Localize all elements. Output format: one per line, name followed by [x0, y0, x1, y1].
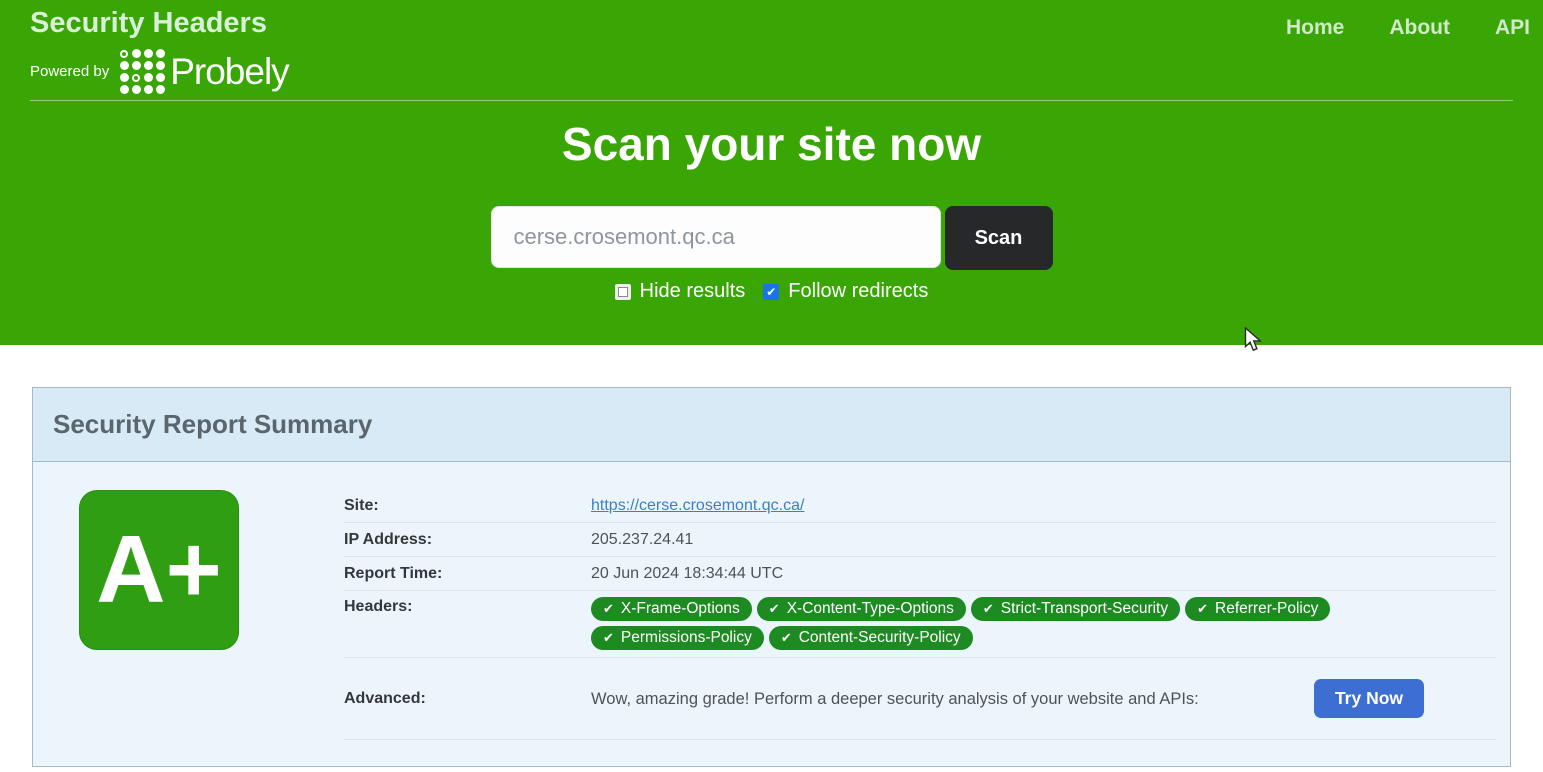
check-icon: ✔ [768, 601, 780, 616]
check-icon: ✔ [603, 630, 614, 645]
hide-results-option[interactable]: Hide results [614, 280, 746, 303]
site-title: Security Headers [30, 7, 267, 39]
ip-value: 205.237.24.41 [591, 531, 694, 548]
report-area: Security Report Summary A+ Site: https:/… [0, 345, 1543, 767]
header-pill-label: X-Content-Type-Options [786, 600, 954, 617]
header-divider [30, 100, 1513, 101]
table-row-report-time: Report Time: 20 Jun 2024 18:34:44 UTC [344, 557, 1496, 591]
header-pill-label: Referrer-Policy [1215, 600, 1319, 617]
header-pill-label: Strict-Transport-Security [1000, 600, 1169, 617]
probely-dots-icon [118, 48, 166, 96]
brand-block: Security Headers Powered by Probely [30, 7, 290, 96]
probely-logo-text: Probely [170, 51, 289, 93]
checkbox-check-icon: ✔ [766, 284, 777, 299]
security-report-panel: Security Report Summary A+ Site: https:/… [32, 387, 1511, 767]
powered-by-block[interactable]: Powered by Probely [30, 48, 290, 96]
report-time-value: 20 Jun 2024 18:34:44 UTC [591, 565, 784, 582]
header-pill-label: Permissions-Policy [620, 629, 752, 646]
check-icon: ✔ [780, 630, 792, 645]
table-row-site: Site: https://cerse.crosemont.qc.ca/ [344, 489, 1496, 523]
top-bar: Security Headers Powered by Probely Home… [0, 0, 1543, 100]
scan-button[interactable]: Scan [944, 206, 1053, 270]
scan-options: Hide results ✔ Follow redirects [0, 280, 1543, 303]
report-table: Site: https://cerse.crosemont.qc.ca/ IP … [344, 489, 1496, 740]
hide-results-label: Hide results [639, 280, 746, 302]
check-icon: ✔ [1197, 601, 1209, 616]
scan-hero: Scan your site now Scan Hide results ✔ F… [0, 117, 1543, 303]
header-pill: ✔ Permissions-Policy [591, 626, 764, 650]
check-icon: ✔ [603, 601, 614, 616]
site-value: https://cerse.crosemont.qc.ca/ [591, 496, 1496, 516]
scan-url-input[interactable] [490, 206, 941, 268]
scan-form: Scan [0, 206, 1543, 270]
powered-by-label: Powered by [30, 63, 110, 81]
table-row-headers: Headers: ✔ X-Frame-Options ✔ X-Content-Type… [344, 591, 1496, 658]
table-row-ip: IP Address: 205.237.24.41 [344, 523, 1496, 557]
header-pill: ✔ Referrer-Policy [1185, 597, 1331, 621]
ip-label: IP Address: [344, 531, 433, 548]
header-pills: ✔ X-Frame-Options ✔ X-Content-Type-Options ✔… [591, 597, 1496, 655]
hero-title: Scan your site now [561, 118, 982, 170]
panel-body: A+ Site: https://cerse.crosemont.qc.ca/ … [33, 462, 1510, 766]
nav-link-about[interactable]: About [1389, 16, 1450, 40]
advanced-label: Advanced: [344, 689, 426, 707]
main-nav: Home About API [1286, 8, 1530, 40]
header-pill-label: X-Frame-Options [620, 600, 740, 617]
grade-badge: A+ [79, 490, 239, 650]
report-time-label: Report Time: [344, 565, 443, 582]
header-pill: ✔ Strict-Transport-Security [970, 597, 1181, 621]
site-label: Site: [344, 497, 379, 514]
check-icon: ✔ [982, 601, 994, 616]
header-pill: ✔ X-Content-Type-Options [756, 597, 966, 621]
advanced-text: Wow, amazing grade! Perform a deeper sec… [591, 689, 1199, 708]
nav-link-api[interactable]: API [1495, 16, 1530, 40]
green-hero-section: Security Headers Powered by Probely Home… [0, 0, 1543, 345]
headers-label: Headers: [344, 598, 413, 615]
header-pill: ✔ X-Frame-Options [591, 597, 752, 621]
try-now-button[interactable]: Try Now [1314, 679, 1424, 718]
table-row-advanced: Advanced: Wow, amazing grade! Perform a … [344, 658, 1496, 740]
header-pill: ✔ Content-Security-Policy [768, 626, 973, 650]
nav-link-home[interactable]: Home [1286, 16, 1344, 40]
advanced-value: Wow, amazing grade! Perform a deeper sec… [591, 679, 1496, 718]
panel-heading: Security Report Summary [33, 388, 1510, 462]
follow-redirects-option[interactable]: ✔ Follow redirects [763, 280, 928, 303]
site-link[interactable]: https://cerse.crosemont.qc.ca/ [591, 497, 804, 514]
hide-results-checkbox[interactable] [614, 283, 631, 300]
follow-redirects-label: Follow redirects [788, 280, 929, 302]
header-pill-label: Content-Security-Policy [798, 629, 961, 646]
follow-redirects-checkbox[interactable]: ✔ [763, 283, 780, 300]
